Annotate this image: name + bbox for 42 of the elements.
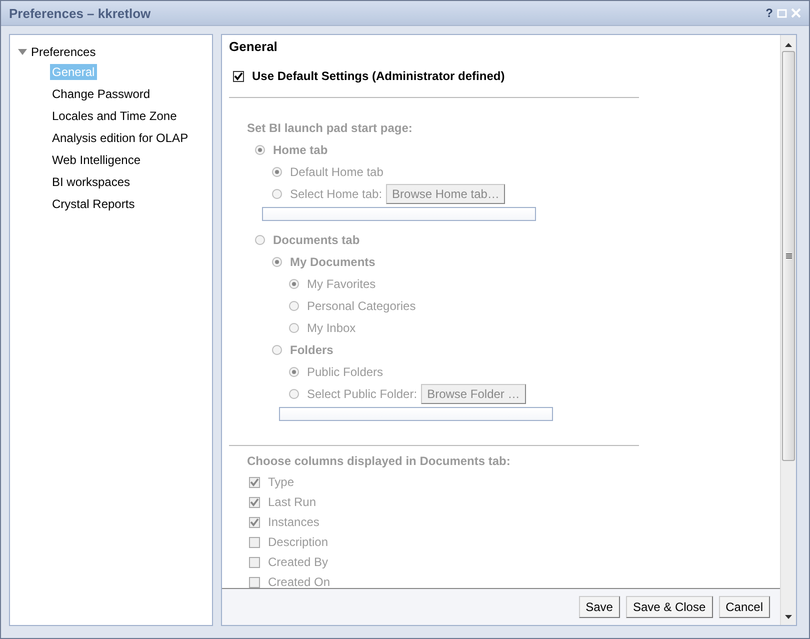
scroll-up-icon[interactable] [785,43,792,47]
checkbox-label: Description [268,535,328,549]
checkbox-label: Instances [268,515,320,529]
maximize-icon[interactable] [777,8,787,18]
radio-label: Folders [290,343,334,357]
checkbox-label: Created By [268,555,328,569]
checkbox-label: Created On [268,575,330,589]
section-heading: Set BI launch pad start page: [247,121,414,137]
tree-item[interactable]: Crystal Reports [50,196,137,212]
tree-item[interactable]: BI workspaces [50,174,132,190]
tree-item[interactable]: Analysis edition for OLAP [50,130,190,146]
radio-label: My Documents [290,255,376,269]
radio-label: My Inbox [307,321,356,335]
help-button[interactable]: ? [766,6,773,20]
checkbox-label: Use Default Settings (Administrator defined) [252,69,505,83]
radio-label: My Favorites [307,277,376,291]
window-title: Preferences – kkretlow [9,6,151,20]
dialog-button[interactable]: Save & Close [626,596,713,618]
tree-item[interactable]: Locales and Time Zone [50,108,179,124]
close-icon[interactable] [791,8,801,18]
radio-label: Personal Categories [307,299,416,313]
radio-label: Public Folders [307,365,384,379]
dialog-button[interactable]: Cancel [718,596,770,618]
tree-item[interactable]: Change Password [50,86,152,102]
dialog-button[interactable]: Save [578,596,620,618]
section-title: General [229,39,278,56]
expand-triangle-icon[interactable] [18,49,27,55]
checkbox-label: Last Run [268,495,316,509]
scroll-down-icon[interactable] [785,615,792,619]
vertical-scrollbar[interactable] [780,35,796,625]
grip-icon [786,252,792,260]
section-heading: Choose columns displayed in Documents tab: [247,454,512,470]
radio-label: Documents tab [273,233,360,247]
radio-label: Select Public Folder: [307,387,418,401]
radio-label: Select Home tab: [290,187,382,201]
radio-label: Home tab [273,143,328,157]
scrollbar-thumb[interactable] [782,51,795,461]
checkbox[interactable] [233,70,244,82]
checkbox-label: Type [268,475,294,489]
tree-item[interactable]: Web Intelligence [50,152,142,168]
tree-item[interactable]: Preferences [31,45,96,59]
radio-label: Default Home tab [290,165,384,179]
